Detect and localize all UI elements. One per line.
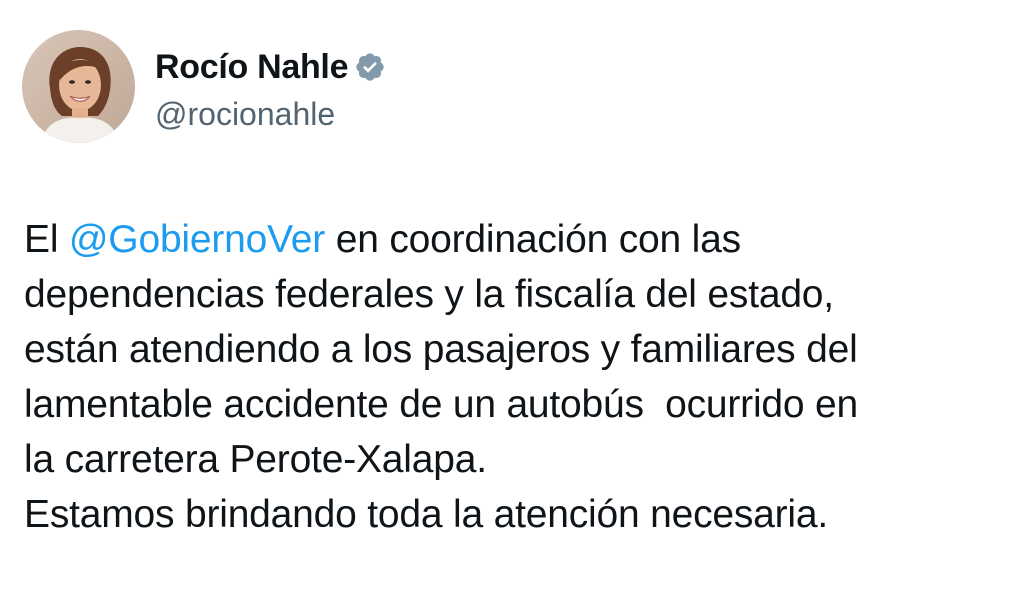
user-handle[interactable]: @rocionahle — [155, 94, 386, 134]
verified-badge-icon[interactable] — [354, 51, 386, 83]
tweet-line: Estamos brindando toda la atención neces… — [24, 493, 829, 536]
tweet-text: El @GobiernoVer en coordinación con las … — [24, 212, 1014, 542]
tweet-text-segment: El — [24, 218, 69, 261]
display-name[interactable]: Rocío Nahle — [155, 46, 348, 88]
mention-link[interactable]: @GobiernoVer — [69, 218, 325, 261]
tweet-line: la carretera Perote-Xalapa. — [24, 438, 487, 481]
tweet-line: El @GobiernoVer en coordinación con las — [24, 212, 1014, 267]
tweet-line: dependencias federales y la fiscalía del… — [24, 273, 834, 316]
avatar[interactable] — [22, 30, 135, 143]
tweet-text-segment: en coordinación con las — [325, 218, 741, 261]
tweet-line: están atendiendo a los pasajeros y famil… — [24, 328, 858, 371]
profile-photo-icon — [22, 30, 135, 143]
author-identity: Rocío Nahle @rocionahle — [155, 46, 386, 134]
name-row: Rocío Nahle — [155, 46, 386, 88]
tweet-header: Rocío Nahle @rocionahle — [22, 30, 386, 143]
tweet-card: Rocío Nahle @rocionahle El @GobiernoVer … — [0, 0, 1024, 589]
tweet-line: lamentable accidente de un autobús ocurr… — [24, 383, 859, 426]
